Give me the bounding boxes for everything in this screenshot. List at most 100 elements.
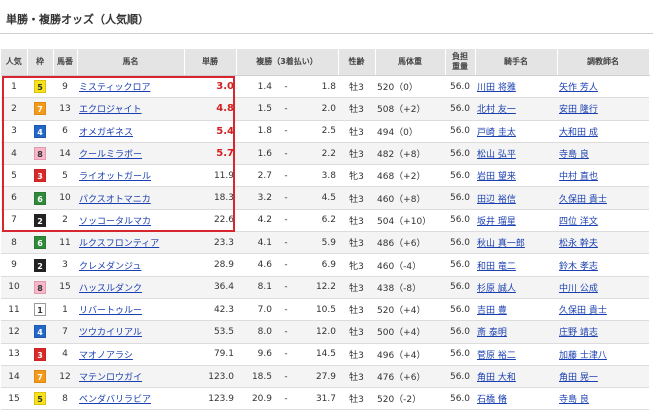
jockey-link[interactable]: 和田 竜二 xyxy=(477,262,516,272)
trainer-link[interactable]: 中川 公成 xyxy=(559,284,598,294)
jockey-cell: 戸崎 圭太 xyxy=(475,120,557,143)
jockey-cell: 斎 泰明 xyxy=(475,320,557,344)
waku-badge: 3 xyxy=(34,347,46,361)
trainer-link[interactable]: 角田 晃一 xyxy=(559,373,598,383)
horse-link[interactable]: エクロジャイト xyxy=(79,105,142,115)
weight-cell: 496（+4） xyxy=(375,343,445,366)
umaban-cell: 7 xyxy=(53,320,77,344)
fukusho-max-cell: 12.0 xyxy=(298,320,338,344)
waku-cell: 7 xyxy=(27,97,53,121)
trainer-link[interactable]: 矢作 芳人 xyxy=(559,83,598,93)
horse-link[interactable]: マテンロウガイ xyxy=(79,373,142,383)
horse-link[interactable]: マオノアラシ xyxy=(79,351,133,361)
weight-cell: 486（+6） xyxy=(375,231,445,255)
trainer-link[interactable]: 寺島 良 xyxy=(559,150,589,160)
trainer-cell: 寺島 良 xyxy=(557,142,649,166)
weight-cell: 520（-2） xyxy=(375,387,445,411)
tansho-cell: 4.8 xyxy=(184,97,236,121)
waku-badge: 7 xyxy=(34,370,46,383)
horse-link[interactable]: リバートゥルー xyxy=(79,306,142,316)
horse-link[interactable]: クールミラボー xyxy=(79,150,142,160)
umaban-cell: 11 xyxy=(53,231,77,255)
jockey-link[interactable]: 石橋 脩 xyxy=(477,395,507,405)
jockey-link[interactable]: 坂井 瑠星 xyxy=(477,217,516,227)
odds-table: 人気 枠 馬番 馬名 単勝 複勝（3着払い） 性齢 馬体重 負担 重量 騎手名 調… xyxy=(1,49,650,411)
fukusho-max-cell: 27.9 xyxy=(298,365,338,389)
table-row: 7 2 2 ソッコータルマカ 22.6 4.2-6.2 牡3 504（+10） 56.0 坂井 瑠… xyxy=(1,209,649,233)
jockey-link[interactable]: 戸崎 圭太 xyxy=(477,128,516,138)
futan-cell: 56.0 xyxy=(445,186,475,210)
jockey-link[interactable]: 秋山 真一郎 xyxy=(477,239,525,249)
trainer-link[interactable]: 松永 幹夫 xyxy=(559,239,598,249)
jockey-link[interactable]: 田辺 裕信 xyxy=(477,195,516,205)
trainer-cell: 久保田 貴士 xyxy=(557,298,649,322)
ninki-cell: 11 xyxy=(1,298,27,322)
horse-link[interactable]: ミスティックロア xyxy=(79,83,150,93)
waku-badge: 8 xyxy=(34,280,46,294)
horse-link[interactable]: クレメダンジュ xyxy=(79,262,141,272)
trainer-link[interactable]: 大和田 成 xyxy=(559,128,598,138)
jockey-cell: 杉原 誠人 xyxy=(475,276,557,299)
waku-badge: 5 xyxy=(34,392,46,406)
fukusho-separator: - xyxy=(274,365,298,389)
fukusho-min-cell: 2.7 xyxy=(236,164,274,188)
sexage-cell: 牡3 xyxy=(338,209,375,233)
trainer-link[interactable]: 四位 洋文 xyxy=(559,217,598,227)
trainer-link[interactable]: 安田 隆行 xyxy=(559,105,598,115)
trainer-cell: 安田 隆行 xyxy=(557,97,649,121)
jockey-cell: 秋山 真一郎 xyxy=(475,231,557,255)
jockey-cell: 坂井 瑠星 xyxy=(475,209,557,233)
trainer-link[interactable]: 中村 直也 xyxy=(559,172,598,182)
trainer-link[interactable]: 久保田 貴士 xyxy=(559,195,607,205)
ninki-cell: 8 xyxy=(1,231,27,255)
jockey-link[interactable]: 岩田 望来 xyxy=(477,172,516,182)
trainer-link[interactable]: 加藤 士津八 xyxy=(559,351,607,361)
horse-link[interactable]: オメガギネス xyxy=(79,128,133,138)
umaban-cell: 2 xyxy=(53,209,77,233)
waku-cell: 4 xyxy=(27,320,53,344)
horse-link[interactable]: ハッスルダンク xyxy=(79,284,142,294)
tansho-cell: 11.9 xyxy=(184,164,236,188)
trainer-link[interactable]: 寺島 良 xyxy=(559,395,589,405)
horse-cell: エクロジャイト xyxy=(77,97,184,121)
tansho-cell: 36.4 xyxy=(184,276,236,299)
weight-cell: 508（+2） xyxy=(375,97,445,121)
tansho-cell: 23.3 xyxy=(184,231,236,255)
jockey-link[interactable]: 北村 友一 xyxy=(477,105,516,115)
umaban-cell: 10 xyxy=(53,186,77,210)
horse-link[interactable]: ツウカイリアル xyxy=(79,328,142,338)
table-row: 9 2 3 クレメダンジュ 28.9 4.6-6.9 牝3 460（-4） 56.0 和田 竜二 鈴… xyxy=(1,253,649,277)
jockey-link[interactable]: 菅原 裕二 xyxy=(477,351,516,361)
waku-badge: 5 xyxy=(34,80,46,94)
trainer-link[interactable]: 庄野 靖志 xyxy=(559,328,598,338)
trainer-link[interactable]: 鈴木 孝志 xyxy=(559,262,598,272)
weight-cell: 520（+4） xyxy=(375,298,445,322)
jockey-cell: 川田 将雅 xyxy=(475,75,557,99)
header-fukusho: 複勝（3着払い） xyxy=(236,49,339,76)
horse-link[interactable]: ルクスフロンティア xyxy=(79,239,159,249)
header-weight: 馬体重 xyxy=(375,49,446,76)
horse-cell: ライオットガール xyxy=(77,164,184,188)
horse-link[interactable]: ライオットガール xyxy=(79,172,151,182)
horse-link[interactable]: ソッコータルマカ xyxy=(79,217,151,227)
horse-link[interactable]: パクスオトマニカ xyxy=(79,195,151,205)
umaban-cell: 8 xyxy=(53,387,77,411)
fukusho-min-cell: 4.6 xyxy=(236,253,274,277)
header-ninki: 人気 xyxy=(1,49,28,76)
futan-cell: 56.0 xyxy=(445,387,475,411)
jockey-link[interactable]: 吉田 豊 xyxy=(477,306,507,316)
futan-cell: 56.0 xyxy=(445,97,475,121)
horse-link[interactable]: ベンダバリラビア xyxy=(79,395,151,405)
jockey-link[interactable]: 杉原 誠人 xyxy=(477,284,516,294)
trainer-link[interactable]: 久保田 貴士 xyxy=(559,306,607,316)
waku-badge: 7 xyxy=(34,102,46,116)
sexage-cell: 牡3 xyxy=(338,231,375,255)
jockey-link[interactable]: 角田 大和 xyxy=(477,373,516,383)
jockey-link[interactable]: 川田 将雅 xyxy=(477,83,516,93)
futan-cell: 56.0 xyxy=(445,120,475,143)
jockey-link[interactable]: 松山 弘平 xyxy=(477,150,516,160)
horse-cell: クールミラボー xyxy=(77,142,184,166)
fukusho-separator: - xyxy=(274,231,298,255)
jockey-link[interactable]: 斎 泰明 xyxy=(477,328,507,338)
ninki-cell: 13 xyxy=(1,343,27,366)
